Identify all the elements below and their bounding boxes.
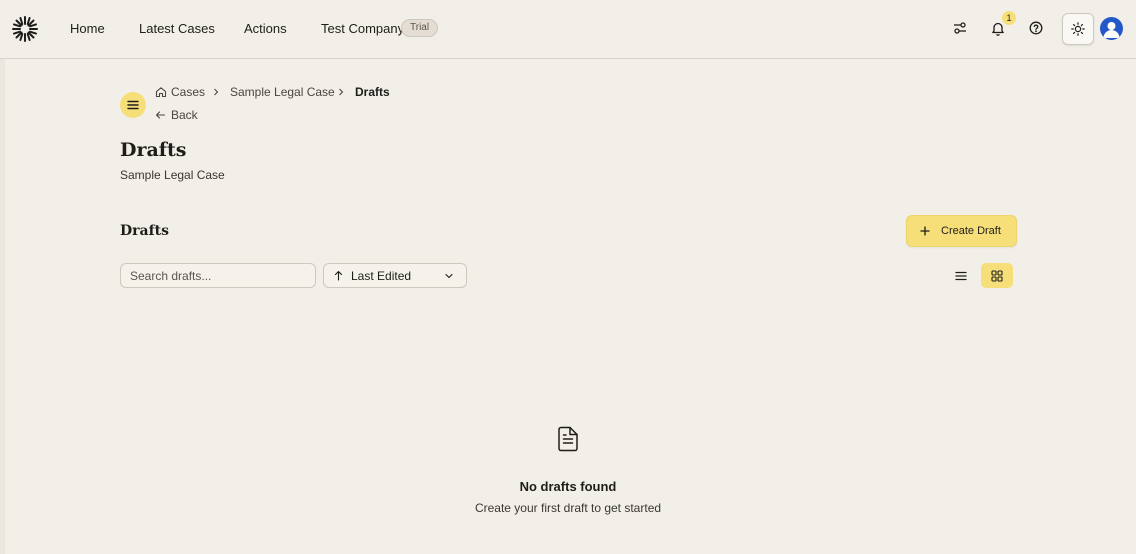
page-title: Drafts (120, 139, 187, 161)
sidebar-toggle-button[interactable] (120, 92, 146, 118)
list-view-button[interactable] (945, 263, 977, 288)
back-link[interactable]: Back (155, 108, 198, 122)
top-navigation-bar: Home Latest Cases Actions Test Company T… (0, 0, 1136, 59)
filters-button[interactable] (950, 18, 970, 38)
create-draft-button[interactable]: Create Draft (906, 215, 1017, 247)
chevron-right-icon (214, 88, 219, 96)
arrow-left-icon (155, 111, 166, 119)
left-rail (0, 59, 5, 554)
plus-icon (920, 226, 930, 236)
page-subtitle: Sample Legal Case (120, 168, 225, 182)
create-draft-label: Create Draft (941, 225, 1001, 237)
company-switcher[interactable]: Test Company (321, 21, 404, 37)
sort-select[interactable]: Last Edited (323, 263, 467, 288)
file-text-icon (558, 426, 578, 452)
search-input[interactable] (120, 263, 316, 288)
theme-toggle-button[interactable] (1062, 13, 1094, 45)
breadcrumb-case[interactable]: Sample Legal Case (230, 85, 335, 99)
breadcrumb-cases[interactable]: Cases (171, 85, 205, 99)
list-icon (955, 271, 967, 280)
nav-latest-cases[interactable]: Latest Cases (139, 21, 215, 37)
nav-home[interactable]: Home (70, 21, 105, 37)
user-avatar[interactable] (1100, 17, 1123, 40)
user-icon (1103, 22, 1120, 38)
back-link-label: Back (171, 108, 198, 122)
brand-logo-icon[interactable] (11, 15, 39, 43)
chevron-right-icon (339, 88, 344, 96)
menu-icon (127, 100, 139, 110)
notification-count-badge: 1 (1002, 11, 1016, 25)
help-circle-icon (1029, 21, 1043, 35)
section-title: Drafts (120, 223, 169, 239)
home-icon (155, 87, 167, 98)
breadcrumb-current: Drafts (355, 85, 390, 99)
chevron-down-icon (445, 273, 453, 279)
nav-actions[interactable]: Actions (244, 21, 287, 37)
grid-icon (991, 269, 1003, 282)
sun-icon (1071, 22, 1085, 36)
trial-badge: Trial (401, 19, 439, 37)
grid-view-button[interactable] (981, 263, 1013, 288)
arrow-up-icon (334, 270, 343, 281)
empty-state-title: No drafts found (519, 479, 617, 494)
help-button[interactable] (1026, 18, 1046, 38)
sort-select-label: Last Edited (351, 268, 412, 283)
empty-state-subtitle: Create your first draft to get started (474, 501, 662, 515)
sliders-icon (954, 22, 966, 34)
